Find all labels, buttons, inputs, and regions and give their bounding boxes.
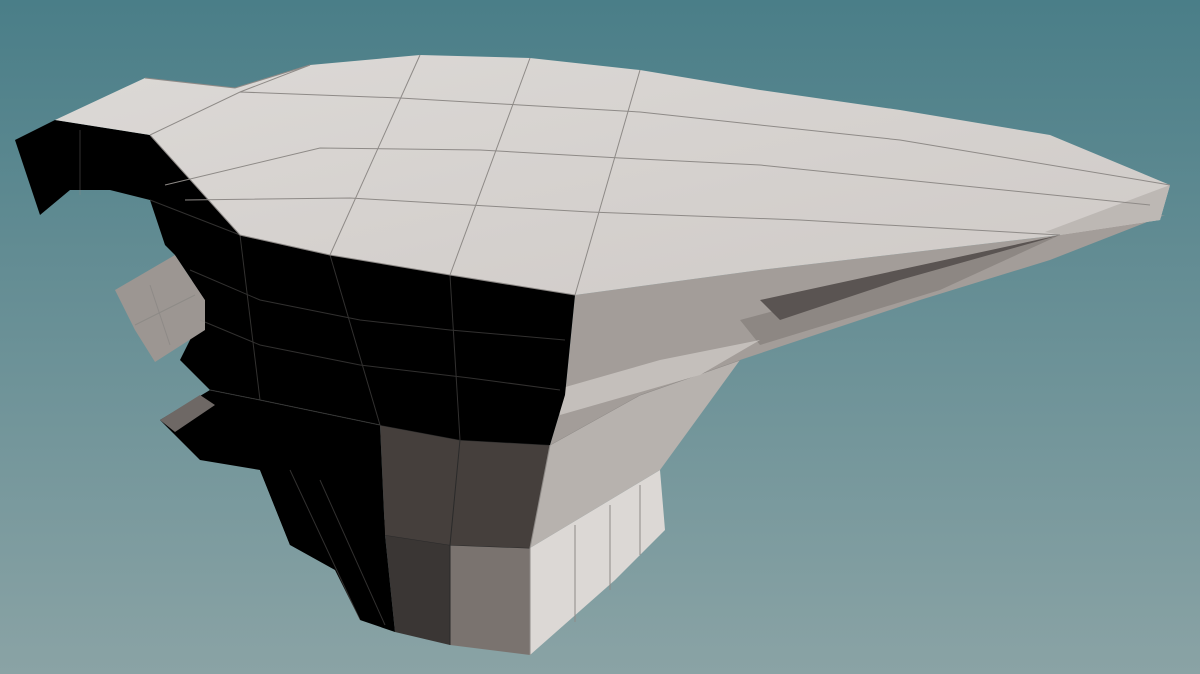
3d-viewport[interactable] — [0, 0, 1200, 674]
base-face-shadow — [385, 535, 450, 645]
anvil-mesh-render — [0, 0, 1200, 674]
base-face-front — [450, 545, 530, 655]
